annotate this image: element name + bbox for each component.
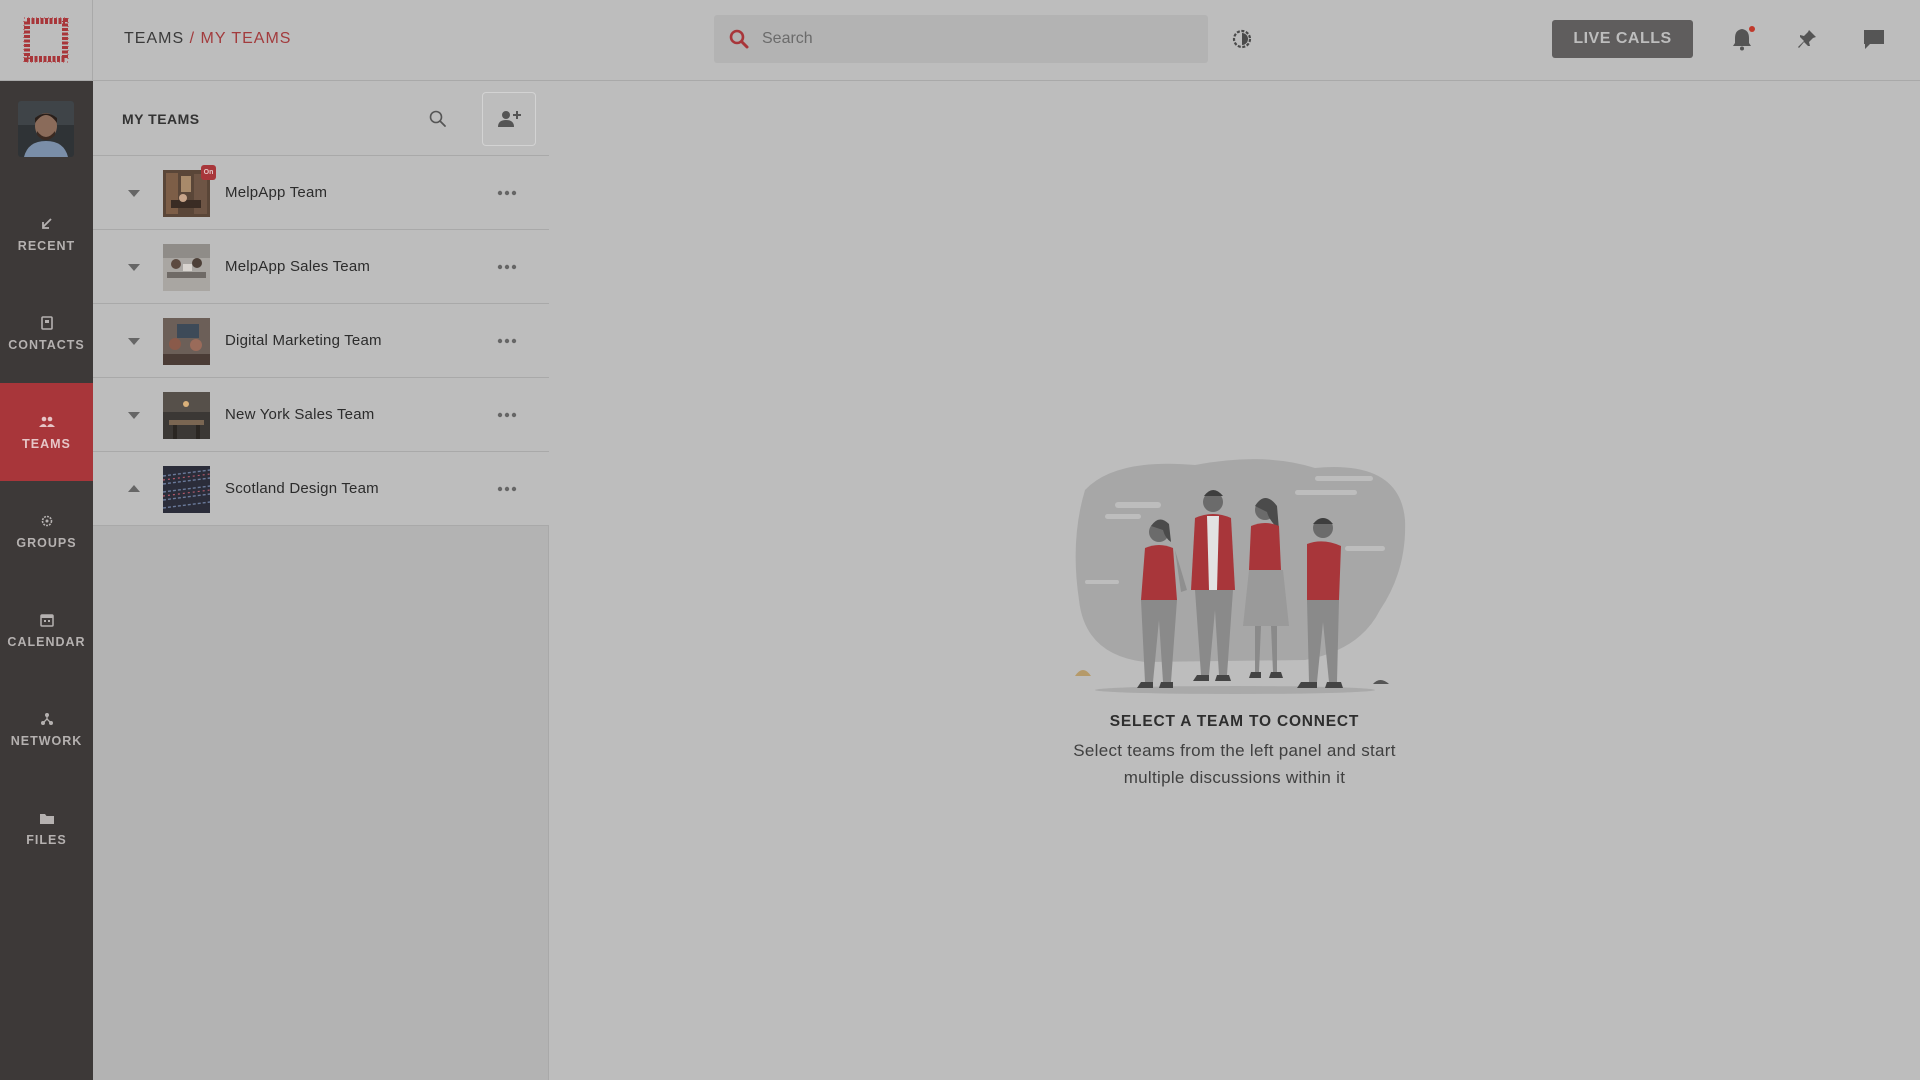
nav-item-groups[interactable]: GROUPS (0, 482, 93, 580)
team-thumbnail (163, 244, 210, 291)
more-options-icon[interactable] (495, 479, 519, 499)
left-navigation: RECENT CONTACTS TEAMS GROUPS CALENDAR NE… (0, 0, 93, 1080)
team-illustration (1075, 459, 1406, 694)
breadcrumb-separator: / (189, 30, 196, 47)
chat-button[interactable] (1860, 25, 1888, 53)
empty-state-subtitle-line: multiple discussions within it (1123, 768, 1346, 787)
team-search-icon[interactable] (427, 108, 449, 130)
main-content: SELECT A TEAM TO CONNECT Select teams fr… (549, 81, 1920, 1080)
nav-item-label: CALENDAR (7, 635, 86, 649)
nav-item-network[interactable]: NETWORK (0, 680, 93, 778)
chevron-down-icon[interactable] (127, 409, 141, 421)
live-badge: On (201, 165, 216, 180)
team-name: MelpApp Team (225, 184, 328, 201)
folder-icon (38, 809, 56, 827)
more-options-icon[interactable] (495, 183, 519, 203)
add-team-button[interactable] (483, 93, 535, 145)
search-icon (729, 29, 749, 49)
team-thumbnail (163, 318, 210, 365)
team-name: MelpApp Sales Team (225, 258, 371, 275)
nav-item-label: RECENT (17, 239, 76, 253)
teams-panel: MY TEAMS On MelpApp Team MelpApp Sales T… (93, 81, 549, 1080)
team-name: Scotland Design Team (225, 480, 379, 497)
team-photo (163, 318, 210, 365)
chat-bubble-icon (1864, 30, 1884, 49)
melp-logo-icon (23, 17, 69, 63)
breadcrumb-current: MY TEAMS (200, 30, 292, 47)
team-row[interactable]: MelpApp Sales Team (93, 230, 549, 304)
team-row[interactable]: New York Sales Team (93, 378, 549, 452)
nav-item-label: NETWORK (10, 734, 83, 748)
more-options-icon[interactable] (495, 405, 519, 425)
network-icon (38, 710, 56, 728)
global-search (714, 15, 1208, 63)
search-input[interactable] (762, 30, 1182, 48)
nav-item-contacts[interactable]: CONTACTS (0, 284, 93, 382)
chevron-down-icon[interactable] (127, 261, 141, 273)
nav-item-label: CONTACTS (8, 338, 85, 352)
empty-state-subtitle-line: Select teams from the left panel and sta… (1073, 741, 1396, 760)
add-user-icon (498, 111, 521, 127)
live-calls-button[interactable]: LIVE CALLS (1552, 20, 1693, 58)
more-options-icon[interactable] (495, 257, 519, 277)
nav-item-label: GROUPS (16, 536, 77, 550)
groups-gear-icon (38, 512, 56, 530)
chevron-down-icon[interactable] (127, 187, 141, 199)
nav-item-teams[interactable]: TEAMS (0, 383, 93, 481)
top-bar: TEAMS / MY TEAMS LIVE CALLS (93, 0, 1920, 81)
empty-state-subtitle: Select teams from the left panel and sta… (549, 737, 1920, 791)
breadcrumb: TEAMS / MY TEAMS (124, 30, 291, 48)
calendar-icon (38, 611, 56, 629)
nav-item-recent[interactable]: RECENT (0, 185, 93, 283)
recent-arrow-icon (38, 215, 56, 233)
panel-title: MY TEAMS (122, 111, 200, 127)
team-thumbnail (163, 466, 210, 513)
pinned-button[interactable] (1793, 25, 1821, 53)
nav-item-calendar[interactable]: CALENDAR (0, 581, 93, 679)
nav-item-label: TEAMS (22, 437, 71, 451)
pin-icon (1798, 30, 1816, 48)
empty-state-title: SELECT A TEAM TO CONNECT (1109, 713, 1360, 730)
teams-people-icon (38, 413, 56, 431)
user-photo (18, 101, 74, 157)
team-photo (163, 392, 210, 439)
nav-item-files[interactable]: FILES (0, 779, 93, 877)
team-thumbnail (163, 392, 210, 439)
more-options-icon[interactable] (495, 331, 519, 351)
notification-dot (1749, 26, 1755, 32)
notifications-button[interactable] (1728, 25, 1756, 53)
team-name: Digital Marketing Team (225, 332, 382, 349)
team-photo (163, 244, 210, 291)
chevron-up-icon[interactable] (127, 483, 141, 495)
team-row[interactable]: On MelpApp Team (93, 156, 549, 230)
teams-panel-header: MY TEAMS (93, 81, 549, 156)
team-photo (163, 466, 210, 513)
app-logo[interactable] (0, 0, 93, 81)
breadcrumb-root[interactable]: TEAMS (124, 30, 184, 47)
nav-item-label: FILES (26, 833, 67, 847)
chevron-down-icon[interactable] (127, 335, 141, 347)
team-name: New York Sales Team (225, 406, 375, 423)
team-row[interactable]: Digital Marketing Team (93, 304, 549, 378)
theme-toggle-icon[interactable] (1230, 27, 1254, 51)
user-avatar[interactable] (18, 101, 74, 157)
contacts-book-icon (38, 314, 56, 332)
team-row[interactable]: Scotland Design Team (93, 452, 549, 526)
